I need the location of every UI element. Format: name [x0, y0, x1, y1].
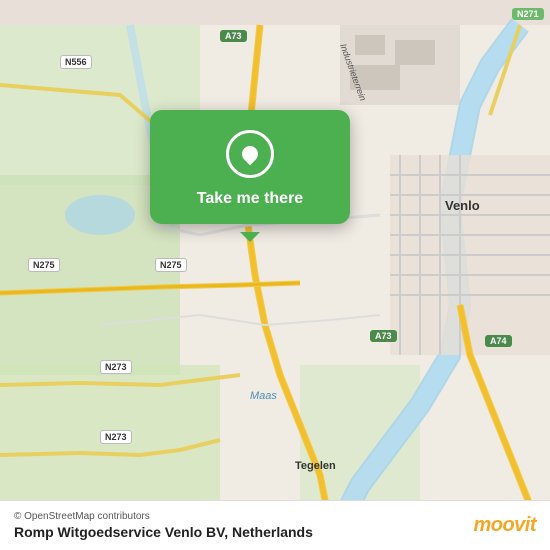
water-label-maas: Maas: [250, 390, 277, 402]
bottom-info: © OpenStreetMap contributors Romp Witgoe…: [14, 511, 313, 540]
moovit-logo: moovit: [473, 514, 536, 537]
city-label-venlo: Venlo: [445, 198, 480, 213]
osm-attribution: © OpenStreetMap contributors: [14, 511, 313, 522]
location-pin-inner: [239, 143, 262, 166]
location-pin-icon: [226, 130, 274, 178]
road-label-n273-2: N273: [100, 430, 132, 444]
moovit-text: moovit: [473, 514, 536, 537]
road-label-n275-right: N275: [155, 258, 187, 272]
road-label-n271: N271: [512, 8, 544, 20]
road-label-n556: N556: [60, 55, 92, 69]
road-label-n273-1: N273: [100, 360, 132, 374]
bottom-bar: © OpenStreetMap contributors Romp Witgoe…: [0, 500, 550, 550]
road-label-n275-left: N275: [28, 258, 60, 272]
take-me-there-button[interactable]: Take me there: [197, 190, 303, 208]
map-container: Industrieterrein N271 N556 A73 A73 A73 A…: [0, 0, 550, 550]
road-label-a73-bot: A73: [370, 330, 397, 342]
road-label-a73-top: A73: [220, 30, 247, 42]
location-name: Romp Witgoedservice Venlo BV, Netherland…: [14, 524, 313, 540]
city-label-tegelen: Tegelen: [295, 460, 336, 472]
take-me-there-popup[interactable]: Take me there: [150, 110, 350, 224]
road-label-a74: A74: [485, 335, 512, 347]
